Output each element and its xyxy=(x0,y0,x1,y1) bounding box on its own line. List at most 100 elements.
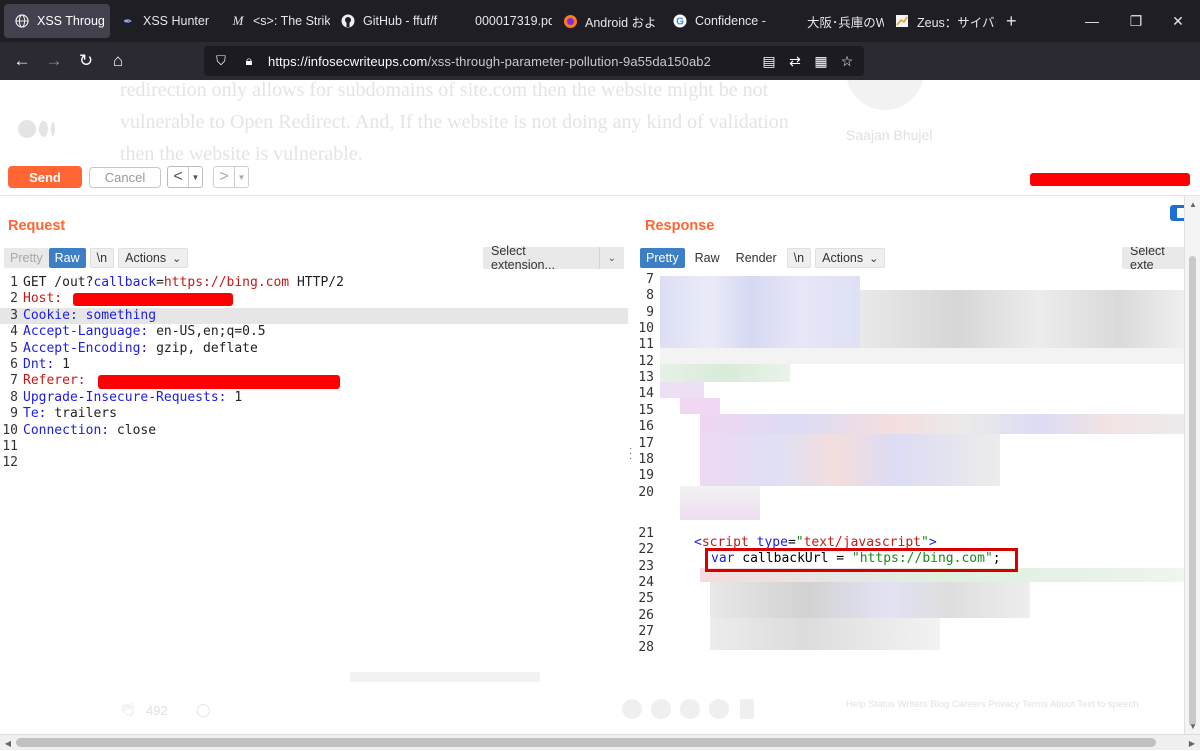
tab-xss-through[interactable]: XSS Throug ✕ xyxy=(4,4,110,38)
cancel-button[interactable]: Cancel xyxy=(89,167,161,188)
chevron-down-icon: ⌄ xyxy=(869,252,879,265)
lock-icon[interactable]: 🔒︎ xyxy=(238,53,260,69)
clap-count: 492 xyxy=(146,703,168,718)
tab-pdf[interactable]: 000017319.pdf xyxy=(442,4,552,38)
bookmark-icon xyxy=(740,699,754,719)
chevron-down-icon: ⌄ xyxy=(172,252,182,265)
chevron-right-icon[interactable]: > xyxy=(214,167,234,187)
back-icon[interactable]: ← xyxy=(6,45,38,77)
scroll-down-icon[interactable]: ▼ xyxy=(1185,718,1200,734)
article-footer-faded: 👏︎ 492 ◯ Help Status Writers Blog Career… xyxy=(0,672,1200,734)
dropdown-arrow-icon[interactable]: ▼ xyxy=(188,167,202,187)
reader-view-icon[interactable]: ▤ xyxy=(756,46,782,76)
chevron-left-icon[interactable]: < xyxy=(168,167,188,187)
bookmark-star-icon[interactable]: ☆ xyxy=(834,46,860,76)
tab-label: XSS Throug xyxy=(37,14,105,28)
translate-icon[interactable]: ⇄ xyxy=(782,46,808,76)
tab-osaka-web[interactable]: 大阪･兵庫のWEBシ xyxy=(774,4,884,38)
burp-repeater-toolbar: Send Cancel < ▼ > ▼ xyxy=(0,160,1200,196)
request-select-extension[interactable]: Select extension... ⌄ xyxy=(483,244,624,272)
author-name: Saajan Bhujel xyxy=(846,127,933,143)
response-line-number: 7 xyxy=(646,272,654,287)
response-line-number: 22 xyxy=(638,542,654,558)
request-line-5: 5 Accept-Encoding: gzip, deflate xyxy=(10,340,258,356)
tab-label: XSS Hunter xyxy=(143,14,210,28)
scroll-up-icon[interactable]: ▲ xyxy=(1185,196,1200,212)
request-line-3: 3 Cookie: something xyxy=(0,307,628,325)
request-line-10: 10 Connection: close xyxy=(2,422,157,438)
home-icon[interactable]: ⌂ xyxy=(102,45,134,77)
tab-label: Android およ xyxy=(585,15,657,30)
horizontal-scroll-thumb[interactable] xyxy=(16,738,1156,747)
response-tab-raw[interactable]: Raw xyxy=(689,248,726,268)
horizontal-scrollbar[interactable]: ◀ ▶ xyxy=(0,734,1200,750)
article-paragraph: redirection only allows for subdomains o… xyxy=(120,80,789,160)
link-share-icon xyxy=(709,699,729,719)
panel-resize-handle[interactable]: · · · xyxy=(629,444,633,464)
github-icon xyxy=(340,13,356,29)
history-forward-control[interactable]: > ▼ xyxy=(213,166,249,188)
redacted-target xyxy=(1030,173,1190,186)
request-actions-dropdown[interactable]: Actions ⌄ xyxy=(118,248,189,268)
tab-confidence[interactable]: G Confidence - xyxy=(662,4,774,38)
tab-android[interactable]: Android およ xyxy=(552,4,662,38)
clap-icon: 👏︎ xyxy=(120,702,137,717)
history-back-control[interactable]: < ▼ xyxy=(167,166,203,188)
tab-the-strike[interactable]: M <s>: The Strik xyxy=(220,4,330,38)
response-select-extension[interactable]: Select exte xyxy=(1122,247,1184,269)
actions-label: Actions xyxy=(822,251,864,265)
twitter-share-icon xyxy=(622,699,642,719)
response-line-number: 20 xyxy=(638,484,654,500)
response-line-number: 25 xyxy=(638,591,654,607)
url-bar[interactable]: ⛉ 🔒︎ https://infosecwriteups.com/xss-thr… xyxy=(204,46,864,76)
chevron-down-icon: ⌄ xyxy=(598,247,624,269)
request-tab-pretty[interactable]: Pretty xyxy=(4,248,49,268)
tab-zeus[interactable]: Zeus：サイバー ✕ xyxy=(884,4,996,38)
tab-github-ffuf[interactable]: GitHub - ffuf/f xyxy=(330,4,442,38)
vertical-scroll-thumb[interactable] xyxy=(1189,256,1196,726)
zeus-icon xyxy=(894,13,910,29)
select-extension-label: Select exte xyxy=(1130,247,1165,269)
request-tab-raw[interactable]: Raw xyxy=(48,248,86,268)
new-tab-button[interactable]: + xyxy=(996,4,1026,38)
minimize-icon[interactable]: — xyxy=(1070,0,1114,42)
url-text[interactable]: https://infosecwriteups.com/xss-through-… xyxy=(268,54,711,69)
response-tab-render[interactable]: Render xyxy=(730,248,783,268)
response-view-toolbar: Pretty Raw Render \n Actions ⌄ xyxy=(640,247,889,269)
close-window-icon[interactable]: ✕ xyxy=(1156,0,1200,42)
tab-label: GitHub - ffuf/f xyxy=(363,14,438,28)
select-extension-label: Select extension... xyxy=(491,244,555,272)
response-line-number: 28 xyxy=(638,640,654,656)
shield-icon[interactable]: ⛉ xyxy=(210,53,232,69)
send-button[interactable]: Send xyxy=(8,166,82,188)
scroll-right-icon[interactable]: ▶ xyxy=(1184,735,1200,751)
dropdown-arrow-icon[interactable]: ▼ xyxy=(234,167,248,187)
request-view-toolbar: Pretty Raw \n Actions ⌄ xyxy=(4,247,192,269)
response-line-number: 18 xyxy=(638,451,654,467)
response-actions-dropdown[interactable]: Actions ⌄ xyxy=(815,248,886,268)
response-line-number: 24 xyxy=(638,574,654,590)
pdf-icon xyxy=(452,13,468,29)
actions-label: Actions xyxy=(125,251,167,265)
request-line-1: 1 GET /out?callback=https://bing.com HTTP… xyxy=(10,275,344,290)
navigation-bar: ← → ↻ ⌂ ⛉ 🔒︎ https://infosecwriteups.com… xyxy=(0,42,1200,110)
tab-label: 000017319.pdf xyxy=(475,14,552,28)
reload-icon[interactable]: ↻ xyxy=(70,45,102,77)
response-line-number: 11 xyxy=(638,337,654,353)
response-tab-newline[interactable]: \n xyxy=(786,248,812,268)
vertical-scrollbar[interactable]: ▲ ▼ xyxy=(1184,196,1200,734)
scroll-left-icon[interactable]: ◀ xyxy=(0,735,16,751)
tab-label: <s>: The Strik xyxy=(253,14,330,28)
restore-icon[interactable]: ❐ xyxy=(1114,0,1158,42)
tab-xss-hunter[interactable]: ✒ XSS Hunter xyxy=(110,4,220,38)
request-tab-newline[interactable]: \n xyxy=(89,248,115,268)
qr-code-icon[interactable]: ▦ xyxy=(808,46,834,76)
forward-icon[interactable]: → xyxy=(38,45,70,77)
response-line-number: 14 xyxy=(638,386,654,402)
response-line-number: 26 xyxy=(638,607,654,623)
response-line-number: 17 xyxy=(638,435,654,451)
request-line-4: 4 Accept-Language: en-US,en;q=0.5 xyxy=(10,324,266,340)
request-line-8: 8 Upgrade-Insecure-Requests: 1 xyxy=(10,389,243,405)
author-avatar xyxy=(846,80,924,110)
response-tab-pretty[interactable]: Pretty xyxy=(640,248,685,268)
